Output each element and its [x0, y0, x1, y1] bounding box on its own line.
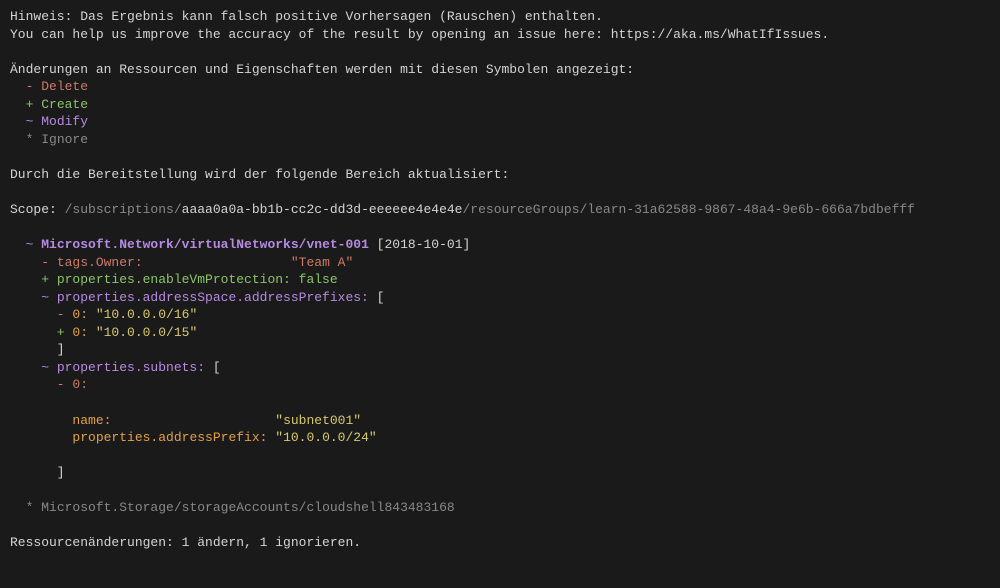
prop-address-prefixes: ~ properties.addressSpace.addressPrefixe… [10, 289, 990, 307]
subnet-address-prefix: properties.addressPrefix: "10.0.0.0/24" [10, 429, 990, 447]
prop-key: properties.addressPrefix: [72, 430, 275, 445]
legend-delete-label: Delete [41, 79, 88, 94]
index-key: 0: [72, 325, 95, 340]
bracket-open: [ [369, 290, 385, 305]
bracket-close: ] [10, 464, 990, 482]
plus-icon: + [10, 325, 72, 340]
blank-line [10, 219, 990, 237]
padding [143, 255, 291, 270]
terminal-output: Hinweis: Das Ergebnis kann falsch positi… [0, 0, 1000, 560]
prop-value: "10.0.0.0/24" [275, 430, 376, 445]
subnet-name: name: "subnet001" [10, 412, 990, 430]
legend-intro: Änderungen an Ressourcen und Eigenschaft… [10, 61, 990, 79]
prop-value: "subnet001" [275, 413, 361, 428]
subnet-index: - 0: [10, 376, 990, 394]
prop-key: name: [72, 413, 111, 428]
legend-ignore-label: Ignore [41, 132, 88, 147]
address-prefix-new: + 0: "10.0.0.0/15" [10, 324, 990, 342]
scope-label: Scope: [10, 202, 65, 217]
bracket-open: [ [205, 360, 221, 375]
bracket-close: ] [10, 341, 990, 359]
vnet-version-close: ] [463, 237, 471, 252]
vnet-version-open: [ [369, 237, 385, 252]
legend-create: + Create [10, 96, 990, 114]
vnet-api-version: 2018-10-01 [384, 237, 462, 252]
minus-icon: - [10, 79, 41, 94]
resource-storage: * Microsoft.Storage/storageAccounts/clou… [10, 499, 990, 517]
prop-tags-owner: - tags.Owner: "Team A" [10, 254, 990, 272]
address-prefix-old: - 0: "10.0.0.0/16" [10, 306, 990, 324]
prop-key: properties.subnets: [57, 360, 205, 375]
blank-line [10, 482, 990, 500]
index-key: 0: [72, 377, 88, 392]
minus-icon: - [10, 377, 72, 392]
scope-intro: Durch die Bereitstellung wird der folgen… [10, 166, 990, 184]
tilde-icon: ~ [10, 114, 41, 129]
prop-value: "10.0.0.0/15" [96, 325, 197, 340]
blank-line [10, 148, 990, 166]
legend-modify: ~ Modify [10, 113, 990, 131]
prop-key: properties.addressSpace.addressPrefixes: [57, 290, 369, 305]
plus-icon: + [10, 97, 41, 112]
scope-prefix: /subscriptions/ [65, 202, 182, 217]
prop-enable-vm-protection: + properties.enableVmProtection: false [10, 271, 990, 289]
scope: Scope: /subscriptions/aaaa0a0a-bb1b-cc2c… [10, 201, 990, 219]
minus-icon: - [10, 307, 72, 322]
legend-ignore: * Ignore [10, 131, 990, 149]
star-icon: * [10, 132, 41, 147]
padding [10, 430, 72, 445]
prop-key: tags.Owner: [57, 255, 143, 270]
star-icon: * [10, 500, 41, 515]
legend-delete: - Delete [10, 78, 990, 96]
padding [10, 413, 72, 428]
legend-modify-label: Modify [41, 114, 88, 129]
scope-suffix: /resourceGroups/learn-31a62588-9867-48a4… [463, 202, 915, 217]
prop-value: "Team A" [291, 255, 353, 270]
tilde-icon: ~ [10, 360, 57, 375]
padding [111, 413, 275, 428]
summary-line: Ressourcenänderungen: 1 ändern, 1 ignori… [10, 534, 990, 552]
blank-line [10, 517, 990, 535]
storage-path: Microsoft.Storage/storageAccounts/clouds… [41, 500, 454, 515]
tilde-icon: ~ [10, 237, 41, 252]
index-key: 0: [72, 307, 95, 322]
prop-subnets: ~ properties.subnets: [ [10, 359, 990, 377]
blank-line [10, 447, 990, 465]
prop-value: false [299, 272, 338, 287]
improve-line: You can help us improve the accuracy of … [10, 26, 990, 44]
tilde-icon: ~ [10, 290, 57, 305]
blank-line [10, 43, 990, 61]
legend-create-label: Create [41, 97, 88, 112]
hint-line: Hinweis: Das Ergebnis kann falsch positi… [10, 8, 990, 26]
scope-subscription-id: aaaa0a0a-bb1b-cc2c-dd3d-eeeeee4e4e4e [182, 202, 463, 217]
plus-icon: + [10, 272, 57, 287]
resource-vnet: ~ Microsoft.Network/virtualNetworks/vnet… [10, 236, 990, 254]
prop-value: "10.0.0.0/16" [96, 307, 197, 322]
blank-line [10, 394, 990, 412]
minus-icon: - [10, 255, 57, 270]
vnet-path: Microsoft.Network/virtualNetworks/vnet-0… [41, 237, 369, 252]
blank-line [10, 183, 990, 201]
prop-key: properties.enableVmProtection: [57, 272, 299, 287]
